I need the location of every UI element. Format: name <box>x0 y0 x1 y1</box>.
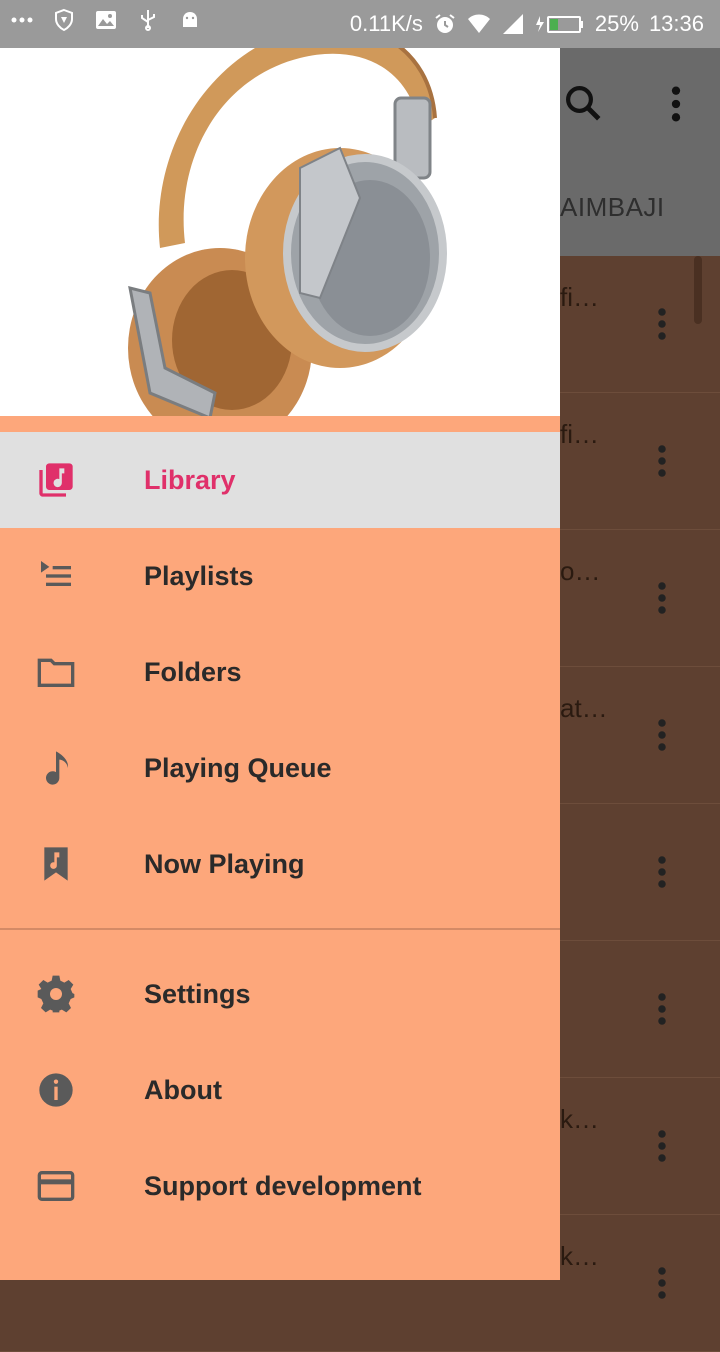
item-menu-icon[interactable] <box>650 580 674 616</box>
nav-item-library[interactable]: Library <box>0 432 560 528</box>
nav-label-now-playing: Now Playing <box>144 848 305 879</box>
nav-label-library: Library <box>144 464 236 495</box>
image-icon <box>96 11 116 29</box>
scrollbar[interactable] <box>694 256 702 324</box>
library-music-icon <box>39 463 73 497</box>
more-dots-icon <box>11 17 33 23</box>
list-item-title: fi… <box>560 282 599 312</box>
nav-item-playing-queue[interactable]: Playing Queue <box>0 720 560 816</box>
android-icon <box>183 12 197 27</box>
item-menu-icon[interactable] <box>650 854 674 890</box>
navigation-drawer: Library Playlists Folders Playing Queue … <box>0 48 560 1280</box>
nav-item-settings[interactable]: Settings <box>0 946 560 1042</box>
signal-icon <box>502 14 523 34</box>
headphones-image <box>128 48 447 416</box>
battery-charging-icon <box>535 16 583 33</box>
background-tab-label[interactable]: AIMBAJI <box>560 192 665 223</box>
music-note-icon <box>46 751 68 785</box>
network-speed: 0.11K/s <box>349 11 423 36</box>
shield-icon <box>55 8 73 32</box>
drawer-divider <box>0 928 560 930</box>
item-menu-icon[interactable] <box>650 717 674 753</box>
search-icon[interactable] <box>562 82 604 124</box>
nav-label-about: About <box>144 1074 222 1105</box>
usb-icon <box>141 10 155 31</box>
nav-item-now-playing[interactable]: Now Playing <box>0 816 560 912</box>
nav-label-playlists: Playlists <box>144 560 254 591</box>
nav-label-settings: Settings <box>144 978 251 1009</box>
nav-label-support-development: Support development <box>144 1170 422 1201</box>
gear-icon <box>37 975 75 1013</box>
item-menu-icon[interactable] <box>650 443 674 479</box>
list-item-title: fi… <box>560 419 599 449</box>
item-menu-icon[interactable] <box>650 1128 674 1164</box>
item-menu-icon[interactable] <box>650 306 674 342</box>
nav-item-folders[interactable]: Folders <box>0 624 560 720</box>
music-bookmark-icon <box>44 847 68 881</box>
nav-item-about[interactable]: About <box>0 1042 560 1138</box>
credit-card-icon <box>37 1171 75 1201</box>
battery-percent: 25% <box>594 11 639 36</box>
item-menu-icon[interactable] <box>650 1265 674 1301</box>
folder-icon <box>37 658 75 687</box>
drawer-header-image <box>0 48 560 416</box>
list-item-title: k… <box>560 1104 599 1134</box>
playlist-play-icon <box>41 561 71 586</box>
list-item-title: o… <box>560 556 601 586</box>
item-menu-icon[interactable] <box>650 991 674 1027</box>
info-icon <box>39 1073 73 1107</box>
nav-item-support-development[interactable]: Support development <box>0 1138 560 1234</box>
wifi-icon <box>467 14 490 33</box>
nav-label-playing-queue: Playing Queue <box>144 752 332 783</box>
overflow-menu-icon[interactable] <box>662 84 690 124</box>
status-bar: 0.11K/s 25% 13:36 <box>0 0 720 48</box>
alarm-icon <box>435 14 455 33</box>
nav-label-folders: Folders <box>144 656 242 687</box>
clock: 13:36 <box>648 11 704 36</box>
list-item-title: k… <box>560 1241 599 1271</box>
list-item-title: at… <box>560 693 608 723</box>
nav-item-playlists[interactable]: Playlists <box>0 528 560 624</box>
